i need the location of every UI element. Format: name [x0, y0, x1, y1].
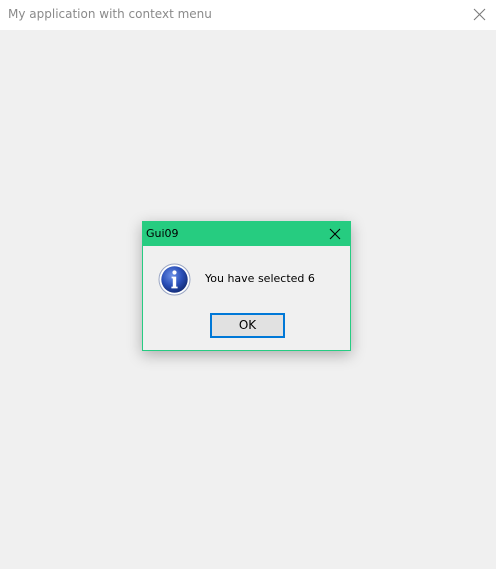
window-titlebar: My application with context menu [0, 0, 496, 30]
window-close-button[interactable] [464, 0, 496, 30]
dialog-titlebar[interactable]: Gui09 [143, 222, 350, 246]
ok-button[interactable]: OK [210, 313, 285, 338]
main-window: My application with context menu Gui09 Y… [0, 0, 496, 569]
dialog-close-button[interactable] [320, 222, 350, 246]
close-icon [473, 8, 486, 21]
message-dialog: Gui09 You have selected 6 OK [142, 221, 351, 351]
window-title: My application with context menu [8, 7, 212, 21]
info-icon [158, 263, 191, 296]
dialog-message: You have selected 6 [205, 272, 315, 285]
close-icon [329, 228, 341, 240]
dialog-title: Gui09 [146, 227, 179, 240]
